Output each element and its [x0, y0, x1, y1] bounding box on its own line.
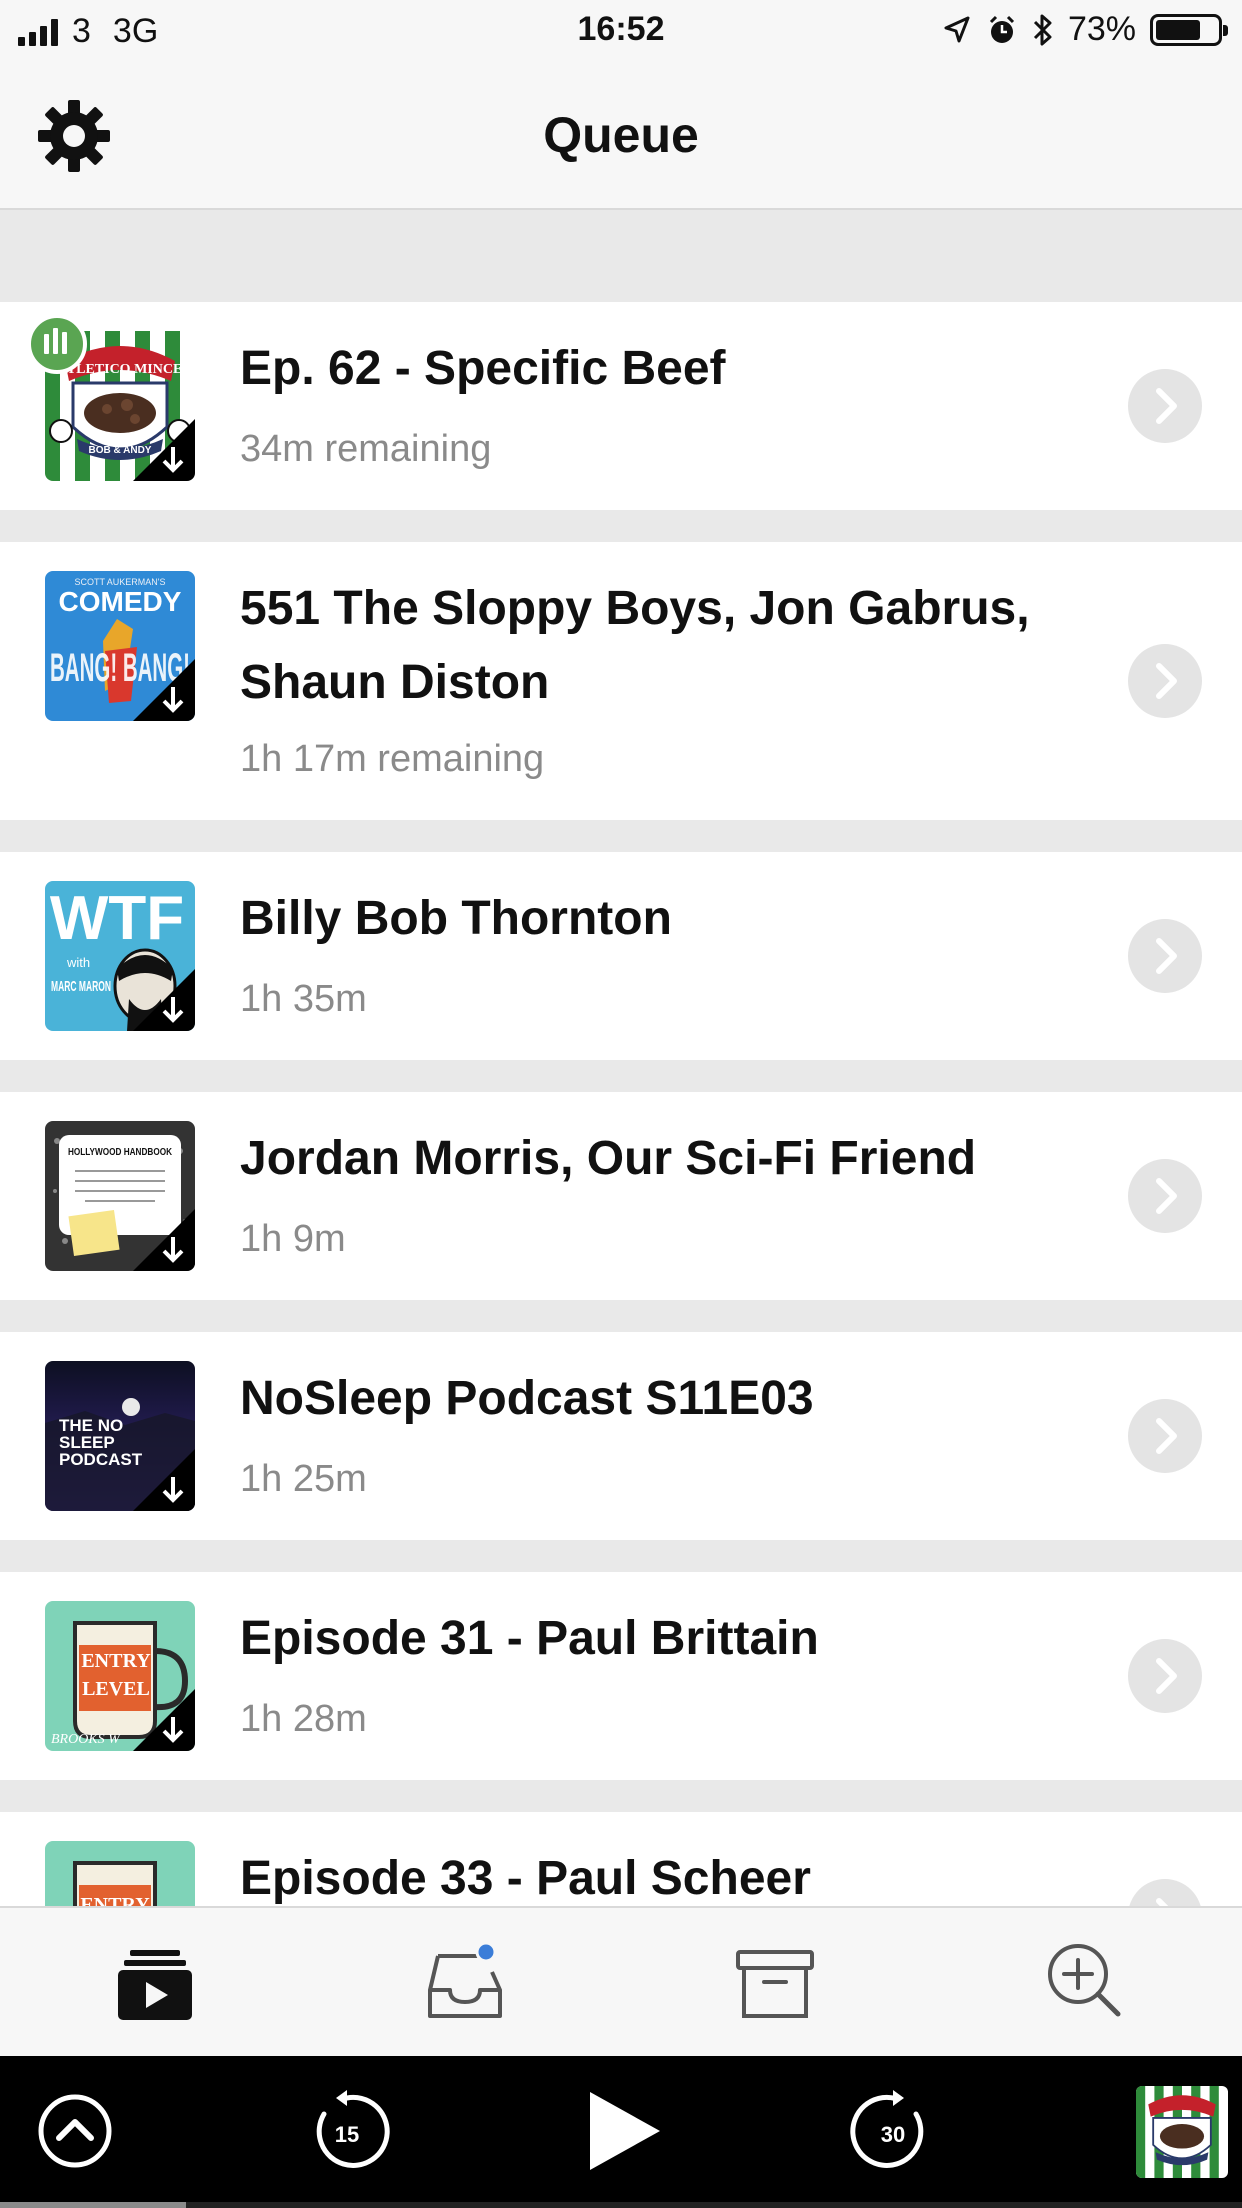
art-label-2: BOB & ANDY: [89, 445, 152, 456]
tab-inbox[interactable]: [420, 1936, 510, 2026]
expand-player-button[interactable]: [30, 2086, 120, 2176]
tab-archive[interactable]: [730, 1936, 820, 2026]
skip-forward-button[interactable]: 30: [848, 2086, 938, 2176]
chevron-right-icon[interactable]: [1128, 369, 1202, 443]
chevron-up-circle-icon: [38, 2094, 112, 2168]
search-plus-icon: [1048, 1944, 1121, 2017]
art-label-2: BANG! BANG!: [50, 646, 190, 690]
playback-progress: [0, 2202, 1242, 2208]
episode-subtitle: 1h 17m remaining: [240, 738, 545, 780]
mini-player: 15 30: [0, 2056, 1242, 2208]
skip-forward-label: 30: [881, 2122, 905, 2147]
chevron-right-icon[interactable]: [1128, 1159, 1202, 1233]
chevron-right-icon[interactable]: [1128, 1399, 1202, 1473]
status-bar: 3 3G 16:52 73%: [0, 0, 1242, 62]
archive-icon: [736, 1950, 814, 2018]
episode-title: Ep. 62 - Specific Beef: [240, 342, 726, 395]
inbox-icon: [428, 1941, 502, 2018]
skip-back-icon: 15: [316, 2090, 390, 2168]
episode-title: Episode 33 - Paul Scheer: [240, 1852, 811, 1905]
play-button[interactable]: [576, 2086, 666, 2176]
art-label: THE NO SLEEP PODCAST: [59, 1417, 143, 1469]
bluetooth-icon: [1033, 14, 1052, 45]
tab-add-podcast[interactable]: [1040, 1936, 1130, 2026]
episode-subtitle: 1h 25m: [240, 1458, 367, 1500]
art-label: WTF: [50, 884, 184, 953]
episode-title: 551 The Sloppy Boys, Jon Gabrus, Shaun D…: [240, 582, 1030, 709]
art-label: COMEDY: [59, 586, 182, 617]
entry-level-artwork: ENTRY LEVEL BROOKS W: [45, 1601, 195, 1751]
queue-icon: [118, 1950, 192, 2020]
tab-bar: [0, 1906, 1242, 2056]
art-label: ENTRY LEVEL: [81, 1650, 151, 1700]
location-arrow-icon: [944, 16, 970, 42]
alarm-icon: [989, 15, 1014, 43]
queue-list: ATLETICO MINCE BOB & ANDY Ep. 62 - Speci…: [0, 302, 1242, 1908]
skip-back-button[interactable]: 15: [302, 2086, 392, 2176]
episode-title: Episode 31 - Paul Brittain: [240, 1612, 819, 1665]
episode-title: Billy Bob Thornton: [240, 892, 672, 945]
queue-row-3[interactable]: WTF with MARC MARON Billy Bob Thornton 1…: [0, 852, 1242, 1060]
status-right: 73%: [942, 10, 1228, 49]
skip-back-label: 15: [335, 2122, 359, 2147]
tab-queue[interactable]: [110, 1936, 200, 2026]
queue-row-5[interactable]: THE NO SLEEP PODCAST NoSleep Podcast S11…: [0, 1332, 1242, 1540]
wtf-marc-maron-artwork: WTF with MARC MARON: [45, 881, 195, 1031]
art-label-3: MARC MARON: [51, 978, 111, 995]
queue-row-6[interactable]: ENTRY LEVEL BROOKS W Episode 31 - Paul B…: [0, 1572, 1242, 1780]
episode-subtitle: 1h 9m: [240, 1218, 346, 1260]
skip-forward-icon: 30: [850, 2090, 924, 2168]
art-label-2: with: [66, 955, 90, 970]
episode-subtitle: 34m remaining: [240, 428, 492, 470]
chevron-right-icon[interactable]: [1128, 1639, 1202, 1713]
battery-percent: 73%: [1067, 10, 1136, 48]
queue-row-4[interactable]: HOLLYWOOD HANDBOOK Jordan Morris, Our Sc…: [0, 1092, 1242, 1300]
page-title: Queue: [543, 107, 699, 163]
play-icon: [590, 2092, 660, 2170]
now-playing-artwork[interactable]: [1136, 2086, 1228, 2178]
comedy-bang-bang-artwork: SCOTT AUKERMAN'S COMEDY BANG! BANG!: [45, 571, 195, 721]
nosleep-podcast-artwork: THE NO SLEEP PODCAST: [45, 1361, 195, 1511]
entry-level-artwork: ENTRY: [45, 1841, 195, 1908]
episode-subtitle: 1h 35m: [240, 978, 367, 1020]
episode-title: Jordan Morris, Our Sci-Fi Friend: [240, 1132, 977, 1185]
art-label-2: BROOKS W: [51, 1732, 121, 1747]
chevron-right-icon[interactable]: [1128, 1879, 1202, 1908]
queue-row-2[interactable]: SCOTT AUKERMAN'S COMEDY BANG! BANG! 551 …: [0, 542, 1242, 820]
queue-row-1[interactable]: ATLETICO MINCE BOB & ANDY Ep. 62 - Speci…: [0, 302, 1242, 510]
chevron-right-icon[interactable]: [1128, 644, 1202, 718]
chevron-right-icon[interactable]: [1128, 919, 1202, 993]
now-playing-badge-icon: [27, 314, 87, 374]
queue-row-7[interactable]: ENTRY Episode 33 - Paul Scheer: [0, 1812, 1242, 1908]
hollywood-handbook-artwork: HOLLYWOOD HANDBOOK: [45, 1121, 195, 1271]
nav-header: Queue: [0, 62, 1242, 210]
episode-title: NoSleep Podcast S11E03: [240, 1372, 814, 1425]
art-label: HOLLYWOOD HANDBOOK: [68, 1147, 173, 1158]
inbox-badge: [475, 1941, 497, 1963]
episode-subtitle: 1h 28m: [240, 1698, 367, 1740]
battery-icon: [1150, 13, 1228, 46]
